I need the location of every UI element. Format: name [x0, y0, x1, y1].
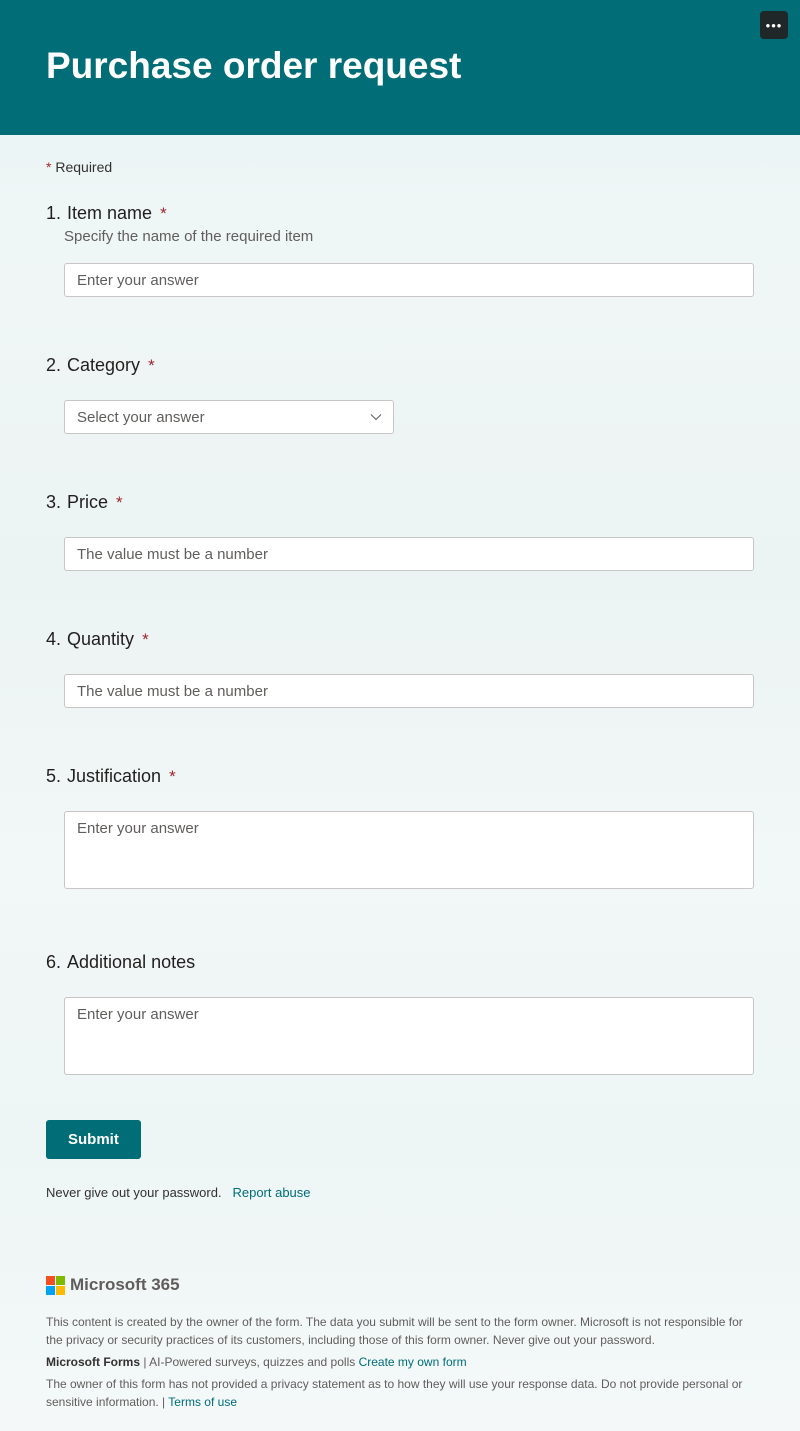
required-star-icon: * [169, 767, 176, 787]
question-item-name: 1. Item name * Specify the name of the r… [46, 203, 754, 297]
warning-text: Never give out your password. [46, 1185, 222, 1200]
microsoft-icon [46, 1276, 65, 1295]
question-label: Quantity [67, 629, 134, 650]
create-form-link[interactable]: Create my own form [359, 1355, 467, 1369]
report-abuse-link[interactable]: Report abuse [232, 1185, 310, 1200]
forms-desc: | AI-Powered surveys, quizzes and polls [140, 1355, 359, 1369]
question-additional-notes: 6. Additional notes [46, 952, 754, 1080]
more-icon: ••• [766, 19, 783, 32]
microsoft-logo: Microsoft 365 [46, 1275, 754, 1295]
required-star-icon: * [148, 356, 155, 376]
question-number: 6. [46, 952, 61, 973]
question-header: 4. Quantity * [46, 629, 754, 650]
footer-privacy-line: The owner of this form has not provided … [46, 1375, 754, 1411]
forms-label: Microsoft Forms [46, 1355, 140, 1369]
price-input[interactable] [64, 537, 754, 571]
question-number: 2. [46, 355, 61, 376]
question-number: 4. [46, 629, 61, 650]
justification-input[interactable] [64, 811, 754, 889]
password-warning: Never give out your password. Report abu… [46, 1185, 754, 1200]
quantity-input[interactable] [64, 674, 754, 708]
question-header: 3. Price * [46, 492, 754, 513]
question-label: Item name [67, 203, 152, 224]
privacy-text: The owner of this form has not provided … [46, 1377, 742, 1409]
question-label: Justification [67, 766, 161, 787]
question-label: Category [67, 355, 140, 376]
question-number: 1. [46, 203, 61, 224]
form-content: * Required 1. Item name * Specify the na… [0, 135, 800, 1200]
question-category: 2. Category * Select your answer [46, 355, 754, 434]
required-indicator-note: * Required [46, 159, 754, 175]
question-header: 1. Item name * [46, 203, 754, 224]
logo-text: Microsoft 365 [70, 1275, 180, 1295]
required-star-icon: * [160, 204, 167, 224]
required-star-icon: * [116, 493, 123, 513]
additional-notes-input[interactable] [64, 997, 754, 1075]
footer-forms-line: Microsoft Forms | AI-Powered surveys, qu… [46, 1353, 754, 1371]
footer-disclaimer: This content is created by the owner of … [46, 1313, 754, 1349]
submit-button[interactable]: Submit [46, 1120, 141, 1159]
more-menu-button[interactable]: ••• [760, 11, 788, 39]
question-number: 5. [46, 766, 61, 787]
question-label: Additional notes [67, 952, 195, 973]
question-header: 2. Category * [46, 355, 754, 376]
terms-link[interactable]: Terms of use [168, 1395, 237, 1409]
footer: Microsoft 365 This content is created by… [0, 1275, 800, 1431]
form-header: Purchase order request ••• [0, 0, 800, 135]
question-price: 3. Price * [46, 492, 754, 571]
question-description: Specify the name of the required item [64, 228, 754, 245]
question-header: 5. Justification * [46, 766, 754, 787]
question-quantity: 4. Quantity * [46, 629, 754, 708]
required-label: Required [55, 159, 112, 175]
form-title: Purchase order request [46, 45, 800, 87]
question-justification: 5. Justification * [46, 766, 754, 894]
category-select[interactable]: Select your answer [64, 400, 394, 434]
required-star-icon: * [46, 159, 51, 175]
question-header: 6. Additional notes [46, 952, 754, 973]
question-label: Price [67, 492, 108, 513]
submit-area: Submit [46, 1120, 754, 1159]
required-star-icon: * [142, 630, 149, 650]
item-name-input[interactable] [64, 263, 754, 297]
question-number: 3. [46, 492, 61, 513]
